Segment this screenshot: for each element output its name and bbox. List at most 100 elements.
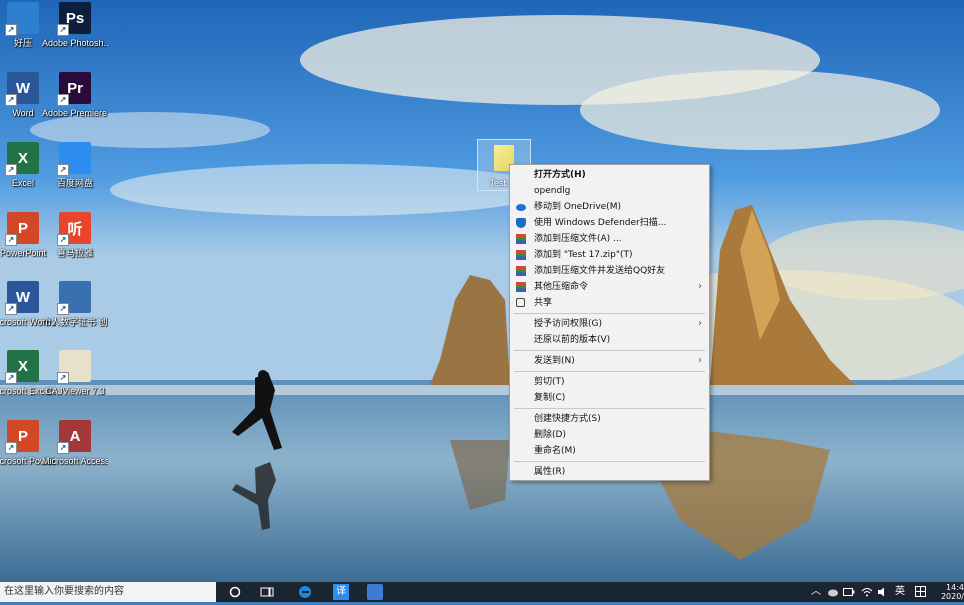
chevron-right-icon: ›	[698, 318, 702, 329]
shortcut-arrow-icon: ↗	[57, 303, 69, 315]
certificate-icon: ↗	[57, 281, 91, 315]
menu-item[interactable]: 还原以前的版本(V)	[510, 332, 709, 348]
desktop-icon[interactable]: 听 ↗ 喜马拉雅	[42, 212, 108, 259]
desktop-icon-label: Adobe Photosh...	[42, 38, 108, 48]
taskbar-clock[interactable]: 14:4 2020/	[938, 582, 964, 602]
app-icon	[367, 584, 383, 600]
chevron-right-icon: ›	[698, 355, 702, 366]
shortcut-arrow-icon: ↗	[57, 442, 69, 454]
excel-2010-icon: X ↗	[5, 350, 39, 384]
cortana-icon	[229, 586, 241, 598]
task-view-button[interactable]	[252, 582, 282, 602]
menu-item-label: 添加到 "Test 17.zip"(T)	[534, 250, 633, 260]
menu-item[interactable]: 删除(D)	[510, 427, 709, 443]
volume-icon	[878, 587, 884, 597]
menu-item[interactable]: 打开方式(H)	[510, 167, 709, 183]
desktop-icon-label: CAJViewer 7.3	[45, 386, 105, 396]
desktop-wallpaper	[0, 0, 964, 582]
tray-wifi[interactable]	[860, 582, 874, 602]
menu-item[interactable]: 授予访问权限(G) ›	[510, 316, 709, 332]
desktop-icon-label: Adobe Premiere...	[42, 108, 108, 118]
menu-item[interactable]: 添加到 "Test 17.zip"(T)	[510, 247, 709, 263]
menu-item[interactable]: 使用 Windows Defender扫描...	[510, 215, 709, 231]
word-2010-icon: W ↗	[5, 281, 39, 315]
menu-item[interactable]: opendlg	[510, 183, 709, 199]
shortcut-arrow-icon: ↗	[57, 164, 69, 176]
menu-separator	[514, 408, 705, 409]
share-icon	[516, 298, 525, 307]
menu-item[interactable]: 剪切(T)	[510, 374, 709, 390]
ime-language-button[interactable]: 英	[892, 582, 908, 602]
menu-item-label: 复制(C)	[534, 393, 566, 403]
menu-item-label: 属性(R)	[534, 467, 566, 477]
tray-cloud[interactable]	[826, 582, 840, 602]
menu-item-label: 剪切(T)	[534, 377, 565, 387]
taskbar-app[interactable]	[360, 582, 390, 602]
defender-icon	[516, 218, 526, 228]
tray-overflow-button[interactable]: ︿	[810, 582, 822, 602]
word-icon: W ↗	[5, 72, 39, 106]
onedrive-icon	[516, 204, 526, 211]
ximalaya-icon: 听 ↗	[57, 212, 91, 246]
menu-item[interactable]: 添加到压缩文件并发送给QQ好友	[510, 263, 709, 279]
menu-separator	[514, 371, 705, 372]
menu-item[interactable]: 共享	[510, 295, 709, 311]
cloud-icon	[828, 589, 838, 597]
menu-item[interactable]: 重命名(M)	[510, 443, 709, 459]
menu-item-label: 授予访问权限(G)	[534, 319, 602, 329]
desktop-icon[interactable]: A↗ Microsoft Access 2010	[42, 420, 108, 467]
menu-item-label: 还原以前的版本(V)	[534, 335, 611, 345]
taskbar-edge[interactable]	[290, 582, 320, 602]
menu-item-label: 删除(D)	[534, 430, 566, 440]
archive-icon	[516, 250, 526, 260]
tray-volume[interactable]	[876, 582, 890, 602]
menu-item[interactable]: 发送到(N) ›	[510, 353, 709, 369]
desktop-icon[interactable]: ↗ 百度网盘	[42, 142, 108, 189]
shortcut-arrow-icon: ↗	[5, 94, 17, 106]
photoshop-icon: Ps ↗	[57, 2, 91, 36]
desktop-icon[interactable]: Pr ↗ Adobe Premiere...	[42, 72, 108, 119]
menu-item[interactable]: 其他压缩命令 ›	[510, 279, 709, 295]
menu-item[interactable]: 添加到压缩文件(A) ...	[510, 231, 709, 247]
shortcut-arrow-icon: ↗	[57, 94, 69, 106]
menu-separator	[514, 350, 705, 351]
menu-item-label: 重命名(M)	[534, 446, 576, 456]
menu-item[interactable]: 移动到 OneDrive(M)	[510, 199, 709, 215]
menu-item-label: 发送到(N)	[534, 356, 575, 366]
archive-icon	[516, 266, 526, 276]
ime-mode-button[interactable]	[912, 582, 928, 602]
desktop-icon[interactable]: ↗ CAJViewer 7.3	[42, 350, 108, 397]
excel-icon: X ↗	[5, 142, 39, 176]
edge-icon	[299, 586, 311, 598]
keyboard-grid-icon	[914, 586, 926, 597]
context-menu: 打开方式(H) opendlg 移动到 OneDrive(M) 使用 Windows …	[509, 164, 710, 481]
battery-icon	[843, 588, 855, 596]
clock-time: 14:4	[946, 583, 964, 592]
menu-item-label: 创建快捷方式(S)	[534, 414, 601, 424]
menu-item[interactable]: 创建快捷方式(S)	[510, 411, 709, 427]
search-input[interactable]: 在这里输入你要搜索的内容	[0, 582, 216, 602]
chevron-right-icon: ›	[698, 281, 702, 292]
translate-icon: 译	[333, 584, 349, 600]
menu-item-label: 共享	[534, 298, 553, 308]
menu-item[interactable]: 属性(R)	[510, 464, 709, 480]
desktop-icon[interactable]: Ps ↗ Adobe Photosh...	[42, 2, 108, 49]
menu-item[interactable]: 复制(C)	[510, 390, 709, 406]
powerpoint-2010-icon: P ↗	[5, 420, 39, 454]
shortcut-arrow-icon: ↗	[5, 442, 17, 454]
menu-item-label: opendlg	[534, 186, 571, 196]
tray-battery[interactable]	[842, 582, 856, 602]
desktop-icon[interactable]: ↗ 个人数字证书 创建1	[42, 281, 108, 328]
menu-item-label: 打开方式(H)	[534, 170, 586, 180]
chevron-up-icon: ︿	[811, 586, 821, 597]
desktop-icon-label: Microsoft Access 2010	[42, 456, 108, 466]
shortcut-arrow-icon: ↗	[57, 372, 69, 384]
cortana-button[interactable]	[220, 582, 250, 602]
taskbar-translate[interactable]: 译	[326, 582, 356, 602]
shortcut-arrow-icon: ↗	[57, 234, 69, 246]
desktop-icon-label: 个人数字证书 创建1	[42, 317, 108, 327]
shortcut-arrow-icon: ↗	[5, 24, 17, 36]
taskbar: 在这里输入你要搜索的内容 译 ︿ 英 14:4 2020/	[0, 582, 964, 602]
premiere-icon: Pr ↗	[57, 72, 91, 106]
archive-icon	[516, 282, 526, 292]
